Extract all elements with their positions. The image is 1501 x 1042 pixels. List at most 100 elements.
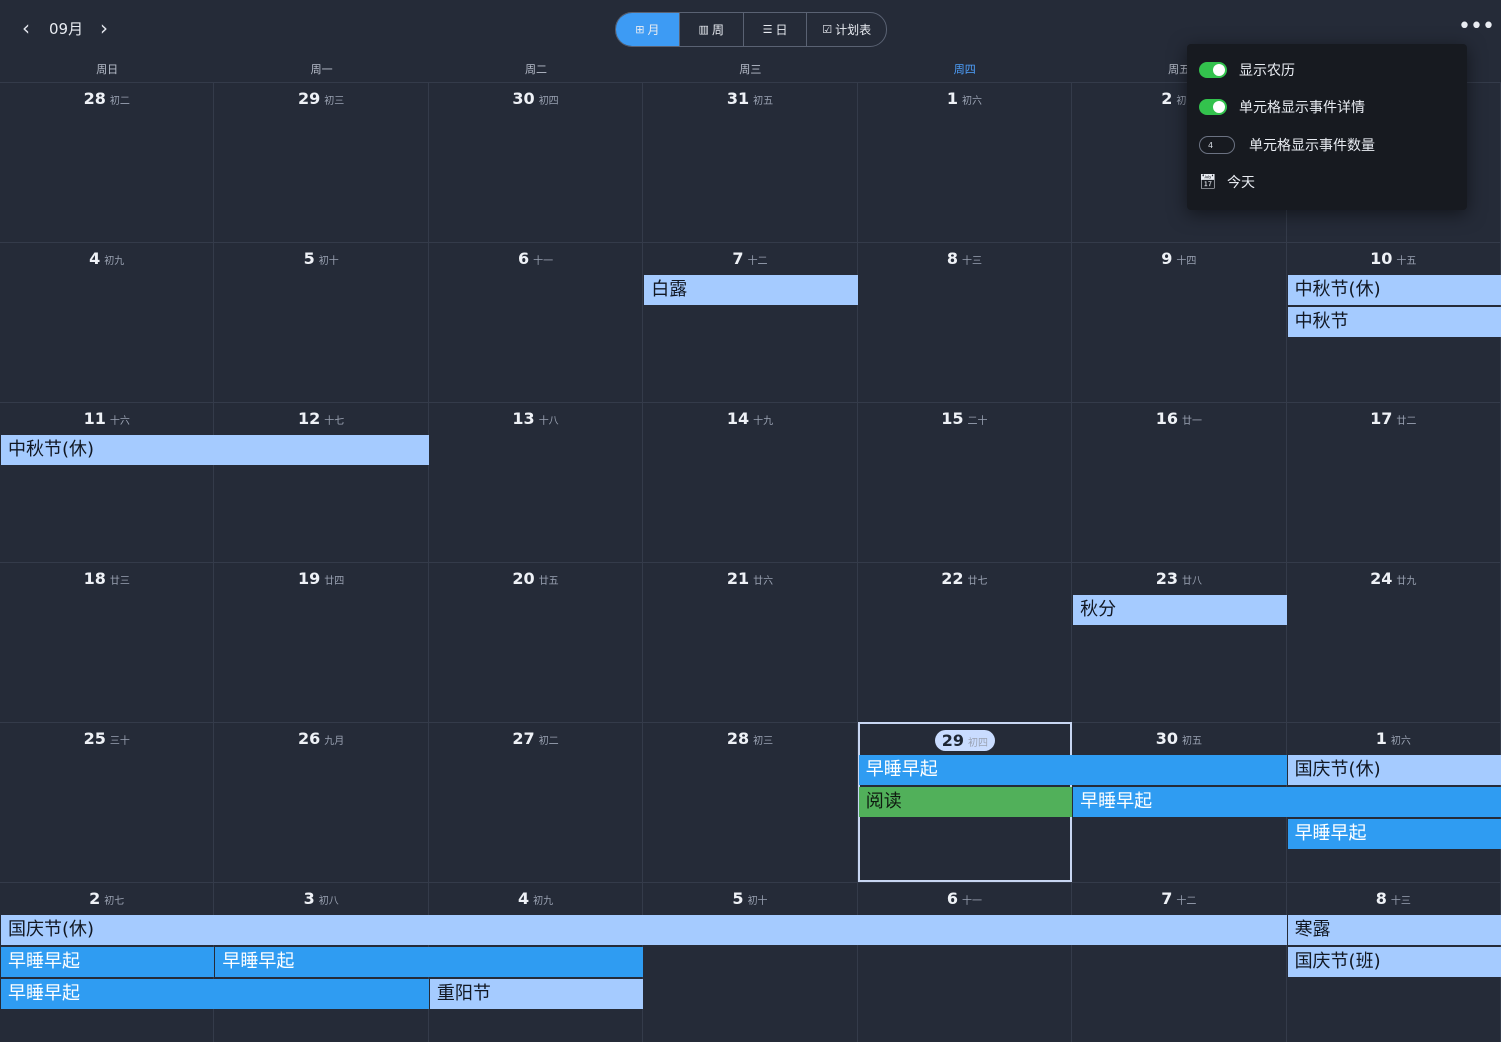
day-number-text: 12 [298,409,321,428]
event-bar[interactable]: 早睡早起 [1073,787,1501,817]
lunar-date: 初五 [1181,736,1202,747]
lunar-date: 九月 [324,736,345,747]
show-lunar-label: 显示农历 [1239,63,1295,79]
event-bar[interactable]: 中秋节 [1287,307,1501,337]
day-cell[interactable]: 19 廿四 [214,562,429,722]
day-cell[interactable]: 29 初三 [214,82,429,242]
day-label: 18 廿三 [84,569,130,588]
day-cell[interactable]: 20 廿五 [428,562,644,722]
show-details-toggle[interactable] [1199,99,1227,115]
day-number: 2初七 [0,889,213,908]
day-label: 8 十三 [1376,889,1411,908]
day-number: 13 十八 [429,409,642,428]
event-bar[interactable]: 寒露 [1287,915,1501,945]
day-cell[interactable]: 18 廿三 [0,562,215,722]
event-bar[interactable]: 国庆节(休) [1287,755,1501,785]
day-number-text: 9 [1161,249,1173,268]
day-number: 28 初二 [0,89,213,108]
day-cell[interactable]: 21 廿六 [643,562,858,722]
day-number-text: 7 [732,249,744,268]
chevron-left-icon[interactable]: ‹ [14,14,38,42]
lunar-date: 廿三 [109,576,130,587]
event-bar[interactable]: 阅读 [858,787,1073,817]
event-bar[interactable]: 国庆节(班) [1287,947,1501,977]
event-bar[interactable]: 重阳节 [429,979,644,1009]
day-cell[interactable]: 16 廿一 [1072,402,1287,562]
day-number-text: 7 [1161,889,1173,908]
day-cell[interactable]: 9 十四 [1072,242,1287,402]
day-cell[interactable]: 4 初九 [0,242,215,402]
day-cell[interactable]: 28 初二 [0,82,215,242]
day-cell[interactable]: 26 九月 [214,722,429,882]
view-week-label: 周 [711,23,724,37]
day-number: 4 初九 [0,249,213,268]
lunar-date: 初四 [538,96,559,107]
event-bar[interactable]: 国庆节(休) [1,915,1287,945]
weekday-label: 周一 [310,63,333,76]
day-cell[interactable]: 11 十六 [0,402,215,562]
day-label: 29 初三 [298,89,344,108]
show-lunar-toggle[interactable] [1199,62,1227,78]
day-cell[interactable]: 14 十九 [643,402,858,562]
day-cell[interactable]: 31 初五 [643,82,858,242]
day-number: 6 十一 [429,249,642,268]
day-cell[interactable]: 7 十二 [643,242,858,402]
day-cell[interactable]: 6 十一 [857,882,1073,1042]
show-lunar-row[interactable]: 显示农历 [1199,57,1295,83]
day-cell[interactable]: 8 十三 [857,242,1073,402]
event-bar[interactable]: 早睡早起 [1287,819,1501,849]
day-cell[interactable]: 24 廿九 [1286,562,1501,722]
event-bar[interactable]: 秋分 [1073,595,1287,625]
chevron-right-icon[interactable]: › [92,14,116,42]
day-cell[interactable]: 30 初四 [428,82,644,242]
view-month-label: 月 [647,23,660,37]
event-bar[interactable]: 中秋节(休) [1287,275,1501,305]
day-number-text: 29 [298,89,321,108]
day-cell[interactable]: 17 廿二 [1286,402,1501,562]
day-cell[interactable]: 5 初十 [643,882,858,1042]
day-number-text: 31 [726,89,750,108]
day-cell[interactable]: 25 三十 [0,722,215,882]
event-bar[interactable]: 早睡早起 [858,755,1287,785]
lunar-date: 初三 [324,96,345,107]
day-number-text: 20 [512,569,535,588]
day-label: 12 十七 [298,409,344,428]
event-count-stepper[interactable]: 4 [1199,136,1235,154]
event-bar[interactable]: 早睡早起 [1,947,215,977]
view-day-button[interactable]: ☰ 日 [744,13,808,46]
day-number: 1 初六 [1287,729,1500,748]
view-month-button[interactable]: ⊞ 月 [616,13,680,46]
day-cell[interactable]: 23 廿八 [1072,562,1287,722]
day-label: 8 十三 [947,249,982,268]
event-count-label: 单元格显示事件数量 [1249,138,1375,154]
day-cell[interactable]: 6 十一 [428,242,644,402]
show-details-row[interactable]: 单元格显示事件详情 [1199,94,1365,120]
day-cell[interactable]: 15 二十 [857,402,1073,562]
day-label: 9 十四 [1161,249,1196,268]
day-cell[interactable]: 13 十八 [428,402,644,562]
view-planner-button[interactable]: ☑ 计划表 [807,13,886,46]
day-cell[interactable]: 12 十七 [214,402,429,562]
day-label: 30 初四 [512,89,558,108]
today-row[interactable]: 📅︎ 今天 [1199,169,1255,195]
day-number-text: 8 [1375,889,1387,908]
event-bar[interactable]: 白露 [644,275,858,305]
lunar-date: 十四 [1176,256,1197,267]
day-cell[interactable]: 22 廿七 [857,562,1073,722]
more-options-icon[interactable]: ••• [1458,14,1495,39]
day-label: 7 十二 [732,249,767,268]
event-bar[interactable]: 早睡早起 [1,979,429,1009]
current-month-label[interactable]: 09月 [49,18,83,39]
view-week-button[interactable]: ▥ 周 [680,13,744,46]
event-bar[interactable]: 中秋节(休) [1,435,429,465]
day-cell[interactable]: 1 初六 [857,82,1073,242]
day-number-text: 16 [1155,409,1178,428]
event-bar[interactable]: 早睡早起 [215,947,644,977]
day-cell[interactable]: 5 初十 [214,242,429,402]
day-cell[interactable]: 28 初三 [643,722,858,882]
day-number: 3初八 [214,889,427,908]
day-cell[interactable]: 7 十二 [1072,882,1287,1042]
event-count-row[interactable]: 4 单元格显示事件数量 [1199,132,1375,158]
day-cell[interactable]: 27 初二 [428,722,644,882]
lunar-date: 初二 [538,736,559,747]
